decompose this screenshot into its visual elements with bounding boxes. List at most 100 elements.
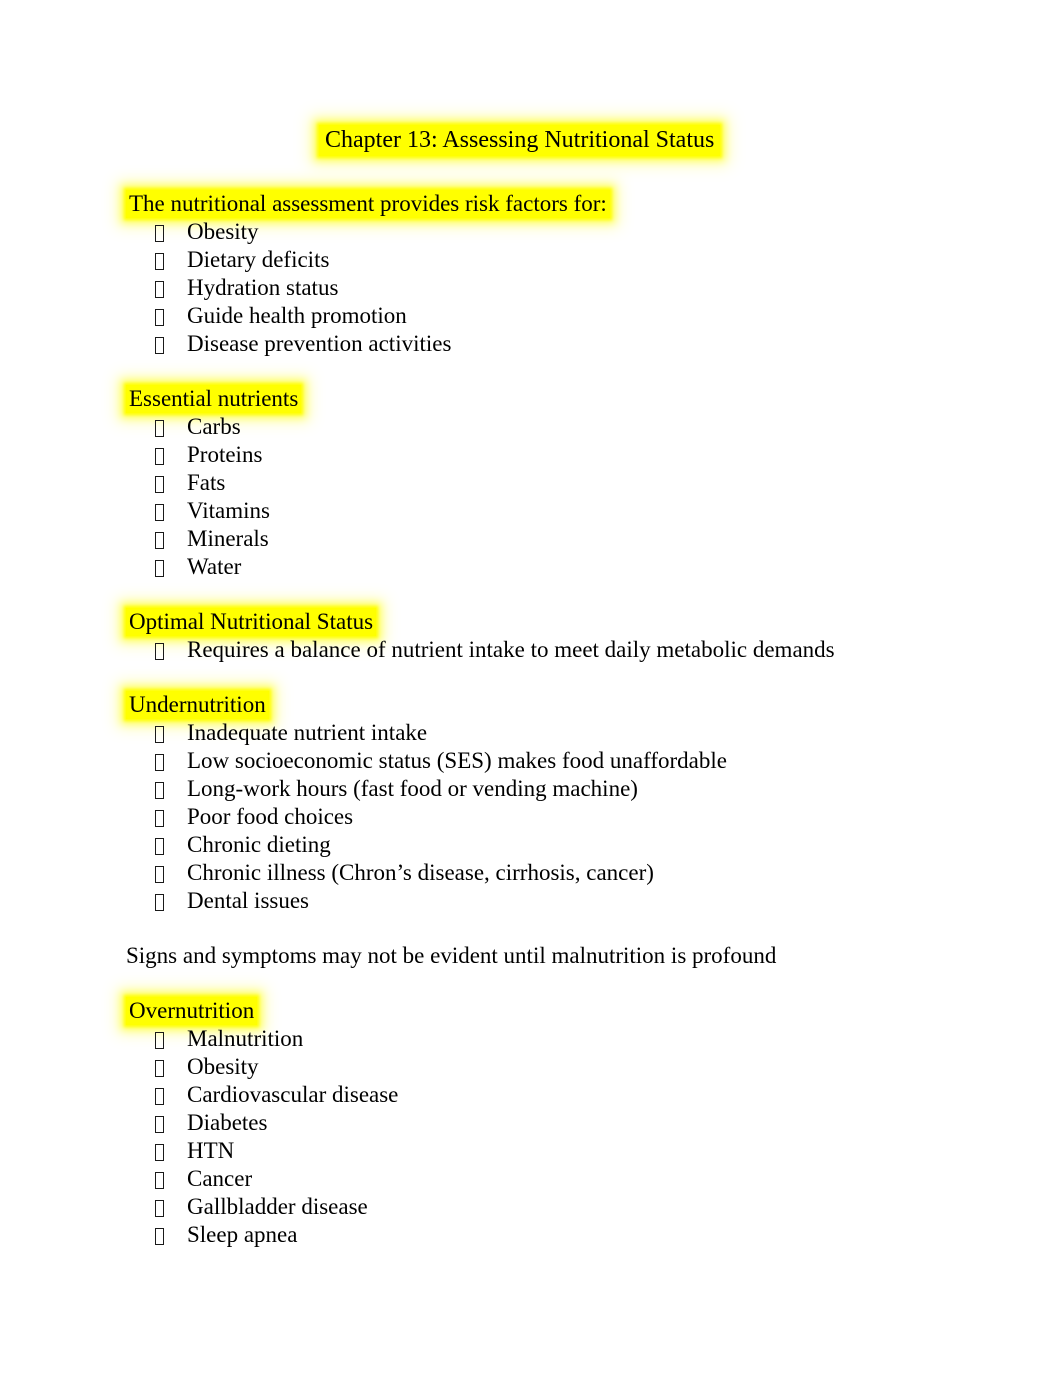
list-item: Inadequate nutrient intake xyxy=(126,719,926,747)
bullet-box-icon xyxy=(155,1200,164,1217)
list-item: Carbs xyxy=(126,413,926,441)
list-item-label: Obesity xyxy=(187,1054,259,1079)
section-heading-text: Overnutrition xyxy=(126,997,258,1025)
list-item: Cardiovascular disease xyxy=(126,1081,926,1109)
list-item: Obesity xyxy=(126,1053,926,1081)
list-item: Hydration status xyxy=(126,274,926,302)
standalone-paragraph: Signs and symptoms may not be evident un… xyxy=(126,943,777,968)
section-heading-risk-factors: The nutritional assessment provides risk… xyxy=(126,190,926,218)
list-item-label: Obesity xyxy=(187,219,259,244)
list-item-label: Vitamins xyxy=(187,498,270,523)
bullet-box-icon xyxy=(155,643,164,660)
list-item-label: Carbs xyxy=(187,414,241,439)
list-item: Diabetes xyxy=(126,1109,926,1137)
section-heading-text: Optimal Nutritional Status xyxy=(126,608,377,636)
bullet-box-icon xyxy=(155,1032,164,1049)
list-item-label: Dental issues xyxy=(187,888,310,913)
list-item: Long-work hours (fast food or vending ma… xyxy=(126,775,926,803)
section-list-overnutrition: Malnutrition Obesity Cardiovascular dise… xyxy=(126,1025,926,1249)
document-body: Chapter 13: Assessing Nutritional Status… xyxy=(126,118,926,1249)
list-item: Chronic dieting xyxy=(126,831,926,859)
section-heading-undernutrition: Undernutrition xyxy=(126,691,926,719)
section-list-optimal-nutritional-status: Requires a balance of nutrient intake to… xyxy=(126,636,926,664)
list-item: Disease prevention activities xyxy=(126,330,926,358)
section-heading-optimal-nutritional-status: Optimal Nutritional Status xyxy=(126,608,926,636)
bullet-box-icon xyxy=(155,1116,164,1133)
bullet-box-icon xyxy=(155,448,164,465)
bullet-box-icon xyxy=(155,1172,164,1189)
list-item-label: Water xyxy=(187,554,242,579)
bullet-box-icon xyxy=(155,1228,164,1245)
list-item-label: Long-work hours (fast food or vending ma… xyxy=(187,776,638,801)
bullet-box-icon xyxy=(155,225,164,242)
list-item-label: Fats xyxy=(187,470,226,495)
list-item: Dietary deficits xyxy=(126,246,926,274)
section-list-undernutrition: Inadequate nutrient intake Low socioecon… xyxy=(126,719,926,915)
bullet-box-icon xyxy=(155,1088,164,1105)
section-heading-text: Undernutrition xyxy=(126,691,269,719)
list-item-label: HTN xyxy=(187,1138,235,1163)
bullet-box-icon xyxy=(155,1144,164,1161)
list-item-label: Gallbladder disease xyxy=(187,1194,368,1219)
list-item: Vitamins xyxy=(126,497,926,525)
bullet-box-icon xyxy=(155,754,164,771)
list-item: Water xyxy=(126,553,926,581)
list-item-label: Inadequate nutrient intake xyxy=(187,720,428,745)
bullet-box-icon xyxy=(155,1060,164,1077)
bullet-box-icon xyxy=(155,838,164,855)
list-item-label: Sleep apnea xyxy=(187,1222,298,1247)
bullet-box-icon xyxy=(155,253,164,270)
bullet-box-icon xyxy=(155,782,164,799)
list-item: Malnutrition xyxy=(126,1025,926,1053)
bullet-box-icon xyxy=(155,726,164,743)
list-item-label: Guide health promotion xyxy=(187,303,407,328)
bullet-box-icon xyxy=(155,309,164,326)
section-list-essential-nutrients: Carbs Proteins Fats Vitamins Minerals Wa… xyxy=(126,413,926,581)
list-item: Obesity xyxy=(126,218,926,246)
page-title: Chapter 13: Assessing Nutritional Status xyxy=(126,118,926,162)
bullet-box-icon xyxy=(155,532,164,549)
list-item-label: Poor food choices xyxy=(187,804,354,829)
list-item: Poor food choices xyxy=(126,803,926,831)
section-heading-overnutrition: Overnutrition xyxy=(126,997,926,1025)
page-title-text: Chapter 13: Assessing Nutritional Status xyxy=(319,125,721,156)
section-list-risk-factors: Obesity Dietary deficits Hydration statu… xyxy=(126,218,926,358)
list-item: Fats xyxy=(126,469,926,497)
list-item: Gallbladder disease xyxy=(126,1193,926,1221)
bullet-box-icon xyxy=(155,281,164,298)
list-item-label: Diabetes xyxy=(187,1110,268,1135)
bullet-box-icon xyxy=(155,810,164,827)
list-item-label: Cardiovascular disease xyxy=(187,1082,399,1107)
list-item-label: Malnutrition xyxy=(187,1026,304,1051)
list-item: HTN xyxy=(126,1137,926,1165)
bullet-box-icon xyxy=(155,560,164,577)
list-item-label: Low socioeconomic status (SES) makes foo… xyxy=(187,748,727,773)
document-page: Chapter 13: Assessing Nutritional Status… xyxy=(0,0,1062,1377)
list-item-label: Minerals xyxy=(187,526,269,551)
list-item: Dental issues xyxy=(126,887,926,915)
bullet-box-icon xyxy=(155,894,164,911)
list-item: Low socioeconomic status (SES) makes foo… xyxy=(126,747,926,775)
list-item-label: Hydration status xyxy=(187,275,339,300)
list-item: Chronic illness (Chron’s disease, cirrho… xyxy=(126,859,926,887)
list-item: Sleep apnea xyxy=(126,1221,926,1249)
list-item-label: Cancer xyxy=(187,1166,253,1191)
bullet-box-icon xyxy=(155,866,164,883)
bullet-box-icon xyxy=(155,337,164,354)
list-item: Cancer xyxy=(126,1165,926,1193)
section-heading-text: Essential nutrients xyxy=(126,385,302,413)
list-item: Guide health promotion xyxy=(126,302,926,330)
list-item: Requires a balance of nutrient intake to… xyxy=(126,636,926,664)
list-item-label: Dietary deficits xyxy=(187,247,330,272)
list-item-label: Disease prevention activities xyxy=(187,331,452,356)
bullet-box-icon xyxy=(155,420,164,437)
section-heading-essential-nutrients: Essential nutrients xyxy=(126,385,926,413)
bullet-box-icon xyxy=(155,476,164,493)
list-item: Proteins xyxy=(126,441,926,469)
